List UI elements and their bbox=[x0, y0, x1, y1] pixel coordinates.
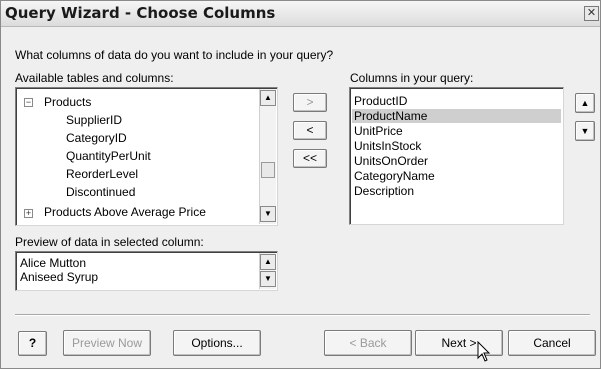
tree-item-quantityperunit[interactable]: QuantityPerUnit bbox=[66, 149, 151, 163]
tree-item-supplierid[interactable]: SupplierID bbox=[66, 113, 122, 127]
preview-label: Preview of data in selected column: bbox=[15, 235, 204, 249]
mouse-pointer-icon bbox=[477, 341, 491, 362]
list-item-unitsinstock[interactable]: UnitsInStock bbox=[352, 139, 561, 153]
expand-icon[interactable]: + bbox=[24, 209, 33, 218]
query-wizard-dialog: Query Wizard - Choose Columns ✕ What col… bbox=[0, 0, 601, 369]
tree-item-label: Products bbox=[44, 95, 92, 109]
cancel-button[interactable]: Cancel bbox=[508, 330, 596, 356]
tree-item-reorderlevel[interactable]: ReorderLevel bbox=[66, 167, 138, 181]
tree-item-categoryid[interactable]: CategoryID bbox=[66, 131, 127, 145]
list-item-productid[interactable]: ProductID bbox=[352, 94, 561, 108]
question-label: What columns of data do you want to incl… bbox=[15, 48, 334, 62]
preview-scrollbar[interactable]: ▲ ▼ bbox=[259, 253, 276, 289]
available-columns-tree[interactable]: − Products SupplierID CategoryID Quantit… bbox=[15, 87, 278, 226]
collapse-icon[interactable]: − bbox=[24, 98, 33, 107]
window-title: Query Wizard - Choose Columns bbox=[5, 4, 276, 22]
add-column-button[interactable]: > bbox=[293, 93, 327, 112]
preview-now-button[interactable]: Preview Now bbox=[63, 330, 151, 356]
available-columns-label: Available tables and columns: bbox=[15, 71, 174, 85]
tree-scrollbar[interactable]: ▲ ▼ bbox=[259, 89, 276, 224]
options-button[interactable]: Options... bbox=[173, 330, 261, 356]
remove-all-columns-button[interactable]: << bbox=[293, 149, 327, 168]
list-item-unitsonorder[interactable]: UnitsOnOrder bbox=[352, 154, 561, 168]
scroll-down-icon[interactable]: ▼ bbox=[260, 271, 276, 287]
list-item[interactable]: Aniseed Syrup bbox=[18, 270, 275, 284]
query-columns-list[interactable]: ProductID ProductName UnitPrice UnitsInS… bbox=[349, 87, 564, 225]
back-button[interactable]: < Back bbox=[324, 330, 412, 356]
help-button[interactable]: ? bbox=[18, 331, 47, 356]
preview-list[interactable]: Alice Mutton Aniseed Syrup ▲ ▼ bbox=[15, 251, 278, 291]
scroll-thumb[interactable] bbox=[261, 162, 275, 178]
tree-item-label: Products Above Average Price bbox=[44, 205, 206, 219]
title-bar: Query Wizard - Choose Columns ✕ bbox=[1, 1, 600, 27]
scroll-up-icon[interactable]: ▲ bbox=[260, 254, 276, 270]
tree-item-discontinued[interactable]: Discontinued bbox=[66, 185, 135, 199]
scroll-down-icon[interactable]: ▼ bbox=[260, 206, 276, 222]
footer-divider bbox=[15, 314, 590, 316]
scroll-up-icon[interactable]: ▲ bbox=[260, 90, 276, 106]
close-icon[interactable]: ✕ bbox=[584, 6, 599, 21]
move-up-button[interactable]: ▲ bbox=[575, 93, 595, 113]
list-item-productname[interactable]: ProductName bbox=[352, 109, 561, 123]
list-item-unitprice[interactable]: UnitPrice bbox=[352, 124, 561, 138]
list-item-categoryname[interactable]: CategoryName bbox=[352, 169, 561, 183]
move-down-button[interactable]: ▼ bbox=[575, 121, 595, 141]
query-columns-label: Columns in your query: bbox=[350, 71, 474, 85]
list-item-description[interactable]: Description bbox=[352, 184, 561, 198]
remove-column-button[interactable]: < bbox=[293, 121, 327, 140]
list-item[interactable]: Alice Mutton bbox=[18, 256, 275, 270]
